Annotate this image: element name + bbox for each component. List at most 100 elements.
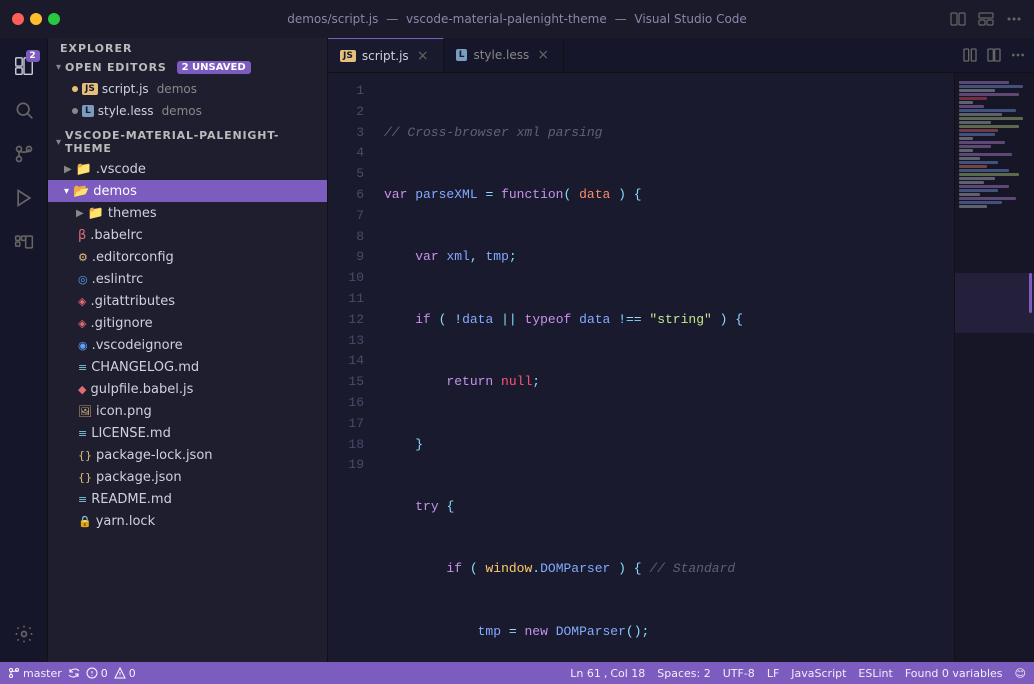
layout-icon[interactable]: [978, 11, 994, 27]
code-line-1: // Cross-browser xml parsing: [384, 123, 954, 144]
code-line-3: var xml, tmp;: [384, 247, 954, 268]
tree-item-vscode[interactable]: ▶ 📁 .vscode: [48, 158, 327, 180]
minimap-line: [959, 193, 980, 196]
git-icon-1: ◈: [78, 295, 86, 308]
spaces-label: Spaces: 2: [657, 667, 710, 680]
explorer-button[interactable]: 2: [4, 46, 44, 86]
minimap-line: [959, 145, 991, 148]
tree-item-readme[interactable]: ≡ README.md: [48, 488, 327, 510]
tree-item-gitignore[interactable]: ◈ .gitignore: [48, 312, 327, 334]
item-label-vscode: .vscode: [96, 162, 146, 177]
sync-item[interactable]: [68, 667, 80, 679]
tree-item-themes[interactable]: ▶ 📁 themes: [48, 202, 327, 224]
activity-bar: 2: [0, 38, 48, 662]
line-col-item[interactable]: Ln 61, Col 18: [570, 667, 645, 680]
tree-item-license[interactable]: ≡ LICENSE.md: [48, 422, 327, 444]
minimap-line: [959, 149, 973, 152]
md-icon-3: ≡: [78, 493, 87, 506]
item-label-yarnlock: yarn.lock: [96, 514, 155, 529]
warnings-item[interactable]: 0: [114, 667, 136, 680]
tree-item-editorconfig[interactable]: ⚙ .editorconfig: [48, 246, 327, 268]
code-content[interactable]: // Cross-browser xml parsing var parseXM…: [376, 73, 954, 662]
linter-label: ESLint: [858, 667, 892, 680]
tree-item-yarnlock[interactable]: 🔒 yarn.lock: [48, 510, 327, 532]
tab-scriptjs[interactable]: JS script.js ×: [328, 38, 444, 72]
open-file-styleless[interactable]: L style.less demos: [48, 100, 327, 122]
minimap-line: [959, 89, 995, 92]
tree-item-gulpfile[interactable]: ◆ gulpfile.babel.js: [48, 378, 327, 400]
minimap-line: [959, 97, 987, 100]
maximize-button[interactable]: [48, 13, 60, 25]
unsaved-badge: 2 UNSAVED: [177, 61, 251, 74]
minimap-line: [959, 105, 984, 108]
open-editors-label: OPEN EDITORS: [65, 61, 167, 74]
debug-button[interactable]: [4, 178, 44, 218]
minimap-line: [959, 101, 973, 104]
extensions-button[interactable]: [4, 222, 44, 262]
code-line-6: }: [384, 435, 954, 456]
tab-close-styleless[interactable]: ×: [535, 47, 551, 63]
warning-count: 0: [129, 667, 136, 680]
code-line-4: if ( !data || typeof data !== "string" )…: [384, 310, 954, 331]
tree-item-package-lock[interactable]: {} package-lock.json: [48, 444, 327, 466]
minimap-line: [959, 85, 1023, 88]
language-label: JavaScript: [791, 667, 846, 680]
error-count: 0: [101, 667, 108, 680]
title-file: demos/script.js: [287, 12, 378, 26]
tree-item-package[interactable]: {} package.json: [48, 466, 327, 488]
spaces-item[interactable]: Spaces: 2: [657, 667, 710, 680]
errors-item[interactable]: 0: [86, 667, 108, 680]
titlebar-actions: [950, 11, 1022, 27]
folder-icon-vscode: 📁: [76, 162, 92, 177]
eol-item[interactable]: LF: [767, 667, 779, 680]
minimap-line: [959, 109, 1016, 112]
json-icon-2: {}: [78, 471, 92, 484]
minimize-button[interactable]: [30, 13, 42, 25]
tree-item-changelog[interactable]: ≡ CHANGELOG.md: [48, 356, 327, 378]
tree-item-icon[interactable]: 🖼 icon.png: [48, 400, 327, 422]
search-button[interactable]: [4, 90, 44, 130]
language-item[interactable]: JavaScript: [791, 667, 846, 680]
encoding-item[interactable]: UTF-8: [723, 667, 755, 680]
minimap-line: [959, 181, 984, 184]
tree-item-babelrc[interactable]: β .babelrc: [48, 224, 327, 246]
editor-more-icon[interactable]: [1010, 47, 1026, 63]
item-label-package-lock: package-lock.json: [96, 448, 213, 463]
modified-dot-styleless: [72, 108, 78, 114]
minimap-line: [959, 93, 1019, 96]
project-chevron: ▾: [56, 137, 61, 148]
open-editors-header[interactable]: ▾ OPEN EDITORS 2 UNSAVED: [48, 57, 327, 78]
close-button[interactable]: [12, 13, 24, 25]
tree-item-vscodeignore[interactable]: ◉ .vscodeignore: [48, 334, 327, 356]
more-actions-icon[interactable]: [1006, 11, 1022, 27]
project-folder-header[interactable]: ▾ VSCODE-MATERIAL-PALENIGHT-THEME: [48, 126, 327, 158]
message-item[interactable]: Found 0 variables: [905, 667, 1003, 680]
less-icon: L: [82, 105, 94, 117]
json-icon-1: {}: [78, 449, 92, 462]
linter-item[interactable]: ESLint: [858, 667, 892, 680]
split-editor-icon[interactable]: [950, 11, 966, 27]
git-branch-icon: [8, 667, 20, 679]
item-label-changelog: CHANGELOG.md: [91, 360, 199, 375]
js-icon: JS: [82, 83, 98, 95]
tree-item-gitattributes[interactable]: ◈ .gitattributes: [48, 290, 327, 312]
minimap-scrollbar[interactable]: [1029, 273, 1032, 313]
branch-item[interactable]: master: [8, 667, 62, 680]
tree-item-demos[interactable]: ▾ 📂 demos: [48, 180, 327, 202]
settings-button[interactable]: [4, 614, 44, 654]
tab-styleless[interactable]: L style.less ×: [444, 38, 565, 72]
title-separator-2: —: [615, 12, 627, 26]
gulp-icon: ◆: [78, 383, 86, 396]
split-right-icon[interactable]: [962, 47, 978, 63]
code-area: 12345 678910 1112131415 16171819 // Cros…: [328, 73, 1034, 662]
editor-layout-icon[interactable]: [986, 47, 1002, 63]
source-control-button[interactable]: [4, 134, 44, 174]
modified-dot-scriptjs: [72, 86, 78, 92]
emoji-item[interactable]: 😊: [1015, 667, 1026, 680]
line-label: Ln 61: [570, 667, 601, 680]
main-area: 2: [0, 38, 1034, 662]
eslint-icon: ◎: [78, 273, 88, 286]
tree-item-eslintrc[interactable]: ◎ .eslintrc: [48, 268, 327, 290]
open-file-scriptjs[interactable]: JS script.js demos: [48, 78, 327, 100]
tab-close-scriptjs[interactable]: ×: [415, 48, 431, 64]
